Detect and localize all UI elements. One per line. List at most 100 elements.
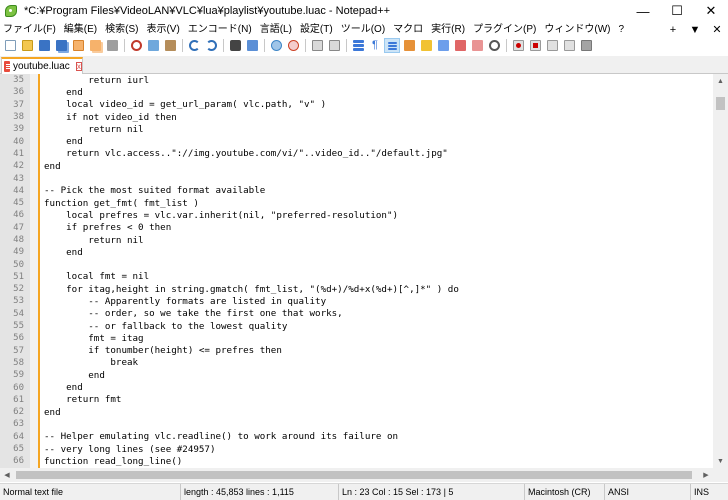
code-text: -- order, so we take the first one that … (44, 308, 343, 320)
code-line[interactable]: 62 end (0, 406, 713, 418)
sync-vertical-icon[interactable] (309, 38, 325, 53)
code-line[interactable]: 64 -- Helper emulating vlc.readline() to … (0, 431, 713, 443)
code-line[interactable]: 44 -- Pick the most suited format availab… (0, 185, 713, 197)
code-line[interactable]: 37 local video_id = get_url_param( vlc.p… (0, 99, 713, 111)
close-document-button[interactable]: ✕ (706, 23, 728, 36)
code-line[interactable]: 55 -- or fallback to the lowest quality (0, 320, 713, 332)
vertical-scrollbar[interactable]: ▲ ▼ (713, 74, 728, 468)
menu-view[interactable]: 表示(V) (142, 22, 183, 37)
function-list-icon[interactable] (435, 38, 451, 53)
horizontal-scrollbar[interactable]: ◀ ▶ (0, 468, 713, 482)
code-line[interactable]: 66 function read_long_line() (0, 455, 713, 467)
cut-icon[interactable] (128, 38, 144, 53)
code-line[interactable]: 40 end (0, 135, 713, 147)
replace-icon[interactable] (244, 38, 260, 53)
scroll-right-arrow[interactable]: ▶ (699, 468, 713, 482)
menu-window[interactable]: ウィンドウ(W) (540, 22, 614, 37)
word-wrap-icon[interactable] (350, 38, 366, 53)
maximize-button[interactable]: ☐ (660, 0, 694, 22)
redo-icon[interactable] (203, 38, 219, 53)
open-file-icon[interactable] (19, 38, 35, 53)
menu-tools[interactable]: ツール(O) (337, 22, 389, 37)
notepadpp-app-icon[interactable] (4, 4, 18, 18)
menu-language[interactable]: 言語(L) (256, 22, 296, 37)
print-icon[interactable] (104, 38, 120, 53)
code-line[interactable]: 56 fmt = itag (0, 332, 713, 344)
close-all-icon[interactable] (87, 38, 103, 53)
indent-guide-icon[interactable] (384, 38, 400, 53)
stop-record-icon[interactable] (527, 38, 543, 53)
menu-settings[interactable]: 設定(T) (296, 22, 337, 37)
copy-icon[interactable] (145, 38, 161, 53)
minimize-button[interactable]: — (626, 0, 660, 22)
scroll-down-arrow[interactable]: ▼ (713, 454, 728, 468)
tab-close-icon[interactable]: x (75, 62, 82, 71)
code-line[interactable]: 47 if prefres < 0 then (0, 222, 713, 234)
code-line[interactable]: 46 local prefres = vlc.var.inherit(nil, … (0, 209, 713, 221)
scroll-left-arrow[interactable]: ◀ (0, 468, 14, 482)
menu-plugins[interactable]: プラグイン(P) (469, 22, 540, 37)
play-macro-icon[interactable] (544, 38, 560, 53)
zoom-out-icon[interactable] (285, 38, 301, 53)
show-all-chars-icon[interactable]: ¶ (367, 38, 383, 53)
doc-map-icon[interactable] (418, 38, 434, 53)
code-line[interactable]: 49 end (0, 246, 713, 258)
menu-help[interactable]: ? (615, 22, 629, 37)
folder-as-workspace-icon[interactable] (452, 38, 468, 53)
code-line[interactable]: 35 return iurl (0, 74, 713, 86)
code-line[interactable]: 65 -- very long lines (see #24957) (0, 443, 713, 455)
menu-file[interactable]: ファイル(F) (0, 22, 60, 37)
menu-encoding[interactable]: エンコード(N) (184, 22, 256, 37)
code-text: -- Apparently formats are listed in qual… (44, 295, 327, 307)
code-editor[interactable]: 35 return iurl 36 end 37 local video_id = … (0, 74, 713, 468)
code-line[interactable]: 50 (0, 258, 713, 270)
toolbar-separator (506, 39, 507, 52)
close-window-button[interactable]: ✕ (694, 0, 728, 22)
save-macro-icon[interactable] (578, 38, 594, 53)
zoom-in-icon[interactable] (268, 38, 284, 53)
code-line[interactable]: 41 return vlc.access.."://img.youtube.co… (0, 148, 713, 160)
monitoring-icon[interactable] (486, 38, 502, 53)
code-line[interactable]: 45 function get_fmt( fmt_list ) (0, 197, 713, 209)
paste-icon[interactable] (162, 38, 178, 53)
new-tab-plus-button[interactable]: + (662, 24, 684, 36)
code-line[interactable]: 57 if tonumber(height) <= prefres then (0, 345, 713, 357)
code-line[interactable]: 43 (0, 172, 713, 184)
horizontal-scroll-thumb[interactable] (16, 471, 692, 479)
document-tab-bar: youtube.luac x (0, 56, 728, 74)
menu-macro[interactable]: マクロ (389, 22, 427, 37)
record-macro-icon[interactable] (510, 38, 526, 53)
doc-switcher-icon[interactable] (469, 38, 485, 53)
scroll-up-arrow[interactable]: ▲ (713, 74, 728, 88)
save-all-icon[interactable] (53, 38, 69, 53)
code-line[interactable]: 59 end (0, 369, 713, 381)
new-file-icon[interactable] (2, 38, 18, 53)
find-icon[interactable] (227, 38, 243, 53)
save-icon[interactable] (36, 38, 52, 53)
code-line[interactable]: 61 return fmt (0, 394, 713, 406)
code-line[interactable]: 54 -- order, so we take the first one th… (0, 308, 713, 320)
code-line[interactable]: 58 break (0, 357, 713, 369)
code-text: local video_id = get_url_param( vlc.path… (44, 99, 327, 111)
code-line[interactable]: 38 if not video_id then (0, 111, 713, 123)
close-icon[interactable] (70, 38, 86, 53)
menu-run[interactable]: 実行(R) (427, 22, 469, 37)
run-macro-multiple-icon[interactable] (561, 38, 577, 53)
sync-horizontal-icon[interactable] (326, 38, 342, 53)
code-line[interactable]: 51 local fmt = nil (0, 271, 713, 283)
code-line[interactable]: 60 end (0, 381, 713, 393)
code-line[interactable]: 39 return nil (0, 123, 713, 135)
undo-icon[interactable] (186, 38, 202, 53)
menu-edit[interactable]: 編集(E) (60, 22, 101, 37)
code-line[interactable]: 42 end (0, 160, 713, 172)
vertical-scroll-thumb[interactable] (716, 97, 725, 110)
code-line[interactable]: 36 end (0, 86, 713, 98)
tab-youtube-luac[interactable]: youtube.luac x (1, 57, 83, 74)
tab-list-dropdown-button[interactable]: ▼ (684, 24, 706, 36)
code-line[interactable]: 52 for itag,height in string.gmatch( fmt… (0, 283, 713, 295)
code-line[interactable]: 48 return nil (0, 234, 713, 246)
code-line[interactable]: 63 (0, 418, 713, 430)
code-line[interactable]: 53 -- Apparently formats are listed in q… (0, 295, 713, 307)
user-defined-language-icon[interactable] (401, 38, 417, 53)
menu-search[interactable]: 検索(S) (101, 22, 142, 37)
